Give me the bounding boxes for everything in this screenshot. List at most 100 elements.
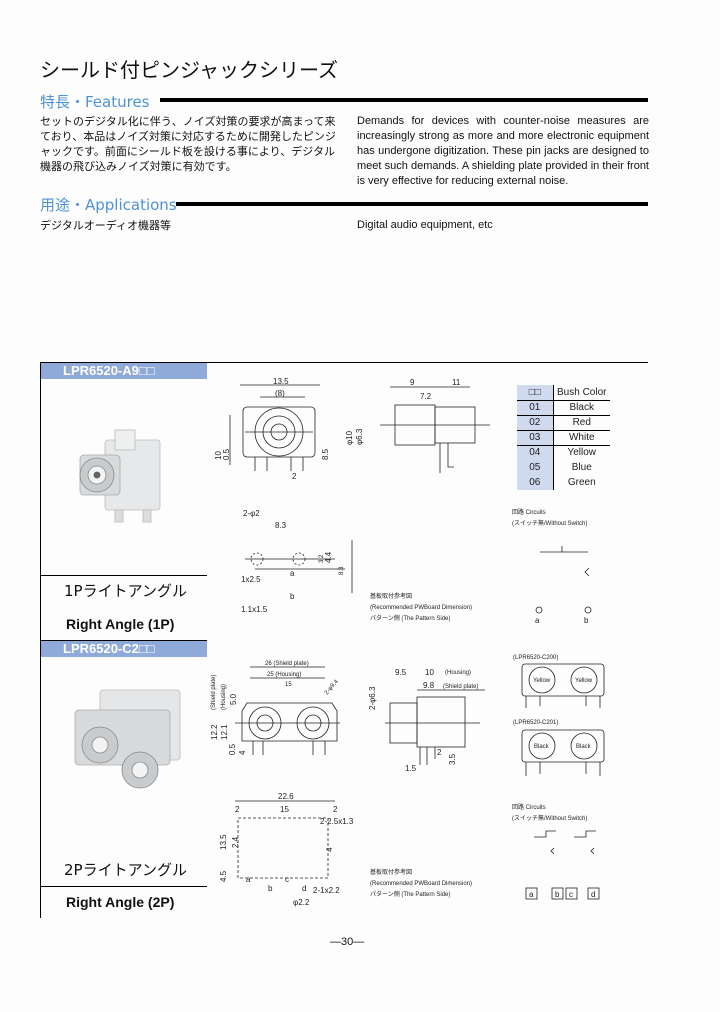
features-rule <box>160 98 648 102</box>
circuit-term-b: b <box>584 616 589 625</box>
dim-width-2: (8) <box>275 389 285 398</box>
product-1-divider <box>40 575 207 576</box>
table-row: 04 Yellow <box>517 445 610 460</box>
product-1-model: LPR6520-A9 <box>63 363 139 378</box>
dim-d1: 9.5 <box>395 668 407 677</box>
marker-b: b <box>268 884 273 893</box>
product-2-name-en: Right Angle (2P) <box>66 894 175 910</box>
product-2-pcb-note: 基板取付参考図 (Recommended PWBoard Dimension) … <box>370 868 472 898</box>
dim-b: 2 <box>292 472 297 481</box>
table-header-key: □□ <box>517 385 554 401</box>
product-2-variant-drawings: (LPR6520-C200) Yellow Yellow (LPR6520-C2… <box>513 655 605 776</box>
pcb-note-side: パターン側 (The Pattern Side) <box>370 890 450 898</box>
dim-d1: 9 <box>410 378 415 387</box>
table-row: 01 Black <box>517 400 610 416</box>
product-1-header: LPR6520-A9□□ <box>41 363 207 379</box>
product-2-circuit-diagram: 回路 Circuits (スイッチ無/Without Switch) a b c… <box>512 803 600 900</box>
table-cell-code: 05 <box>517 460 554 475</box>
variant-2-label: (LPR6520-C201) <box>513 720 558 726</box>
bush-color-table: □□ Bush Color 01 Black 02 Red 03 White 04 Yel… <box>517 385 610 490</box>
dim-s1: (Shield plate) <box>211 675 217 710</box>
product-1-front-drawing: 13.5 (8) 10 0.5 8.5 2 <box>215 377 330 481</box>
product-2-side-drawing: 2-φ6.3 9.5 10 (Housing) 9.8 (Shield plat… <box>368 668 485 773</box>
dim-p6: 13.5 <box>219 834 228 850</box>
table-cell-code: 06 <box>517 475 554 490</box>
pcb-note-title: 基板取付参考図 <box>370 592 412 600</box>
dim-h3: 5.0 <box>229 693 238 705</box>
product-1-pcb-note: 基板取付参考図 (Recommended PWBoard Dimension) … <box>370 592 472 622</box>
page-title: シールド付ピンジャックシリーズ <box>40 58 338 82</box>
dim-p3: 15 <box>280 805 289 814</box>
product-1-photo <box>79 429 161 523</box>
table-cell-color: Red <box>553 415 610 431</box>
table-cell-color: White <box>553 430 610 446</box>
dim-hole: 2-φ9.4 <box>324 678 340 696</box>
dim-d3-note: (Shield plate) <box>443 684 478 690</box>
pcb-note-sub: (Recommended PWBoard Dimension) <box>370 881 472 887</box>
dim-p4: 2 <box>333 805 338 814</box>
table-cell-color: Black <box>553 400 610 416</box>
product-2-pcb-drawing: 22.6 2 15 2 2-2.5x1.3 13.5 2.4 4.5 4 2-1… <box>219 792 354 907</box>
marker-c: c <box>285 875 289 884</box>
table-cell-color: Yellow <box>567 447 597 459</box>
dim-h3: 8.5 <box>321 448 330 460</box>
applications-text-en: Digital audio equipment, etc <box>357 219 493 231</box>
pcb-note-title: 基板取付参考図 <box>370 868 412 876</box>
dim-h5: 4 <box>238 750 247 755</box>
features-text-en: Demands for devices with counter-noise m… <box>357 115 649 187</box>
table-header-row: □□ Bush Color <box>517 385 610 401</box>
product-1-side-drawing: 9 11 7.2 φ10 φ6.3 <box>345 378 490 473</box>
dim-d6: 1.5 <box>405 764 417 773</box>
table-cell-color: Green <box>567 477 596 488</box>
product-1-name-jp: 1Pライトアングル <box>64 582 187 600</box>
dim-p1: 22.6 <box>278 792 294 801</box>
dim-p7: 1.1x1.5 <box>241 605 268 614</box>
dim-d2-note: (Housing) <box>445 670 471 676</box>
dim-phi2: φ6.3 <box>355 428 364 445</box>
product-1-circuit-diagram: 回路 Circuits (スイッチ無/Without Switch) a b <box>512 508 592 625</box>
dim-phi: 2-φ6.3 <box>368 686 377 710</box>
dim-p10: 2-1x2.2 <box>313 886 340 895</box>
dim-p11: φ2.2 <box>293 898 310 907</box>
applications-heading: 用途・Applications <box>40 196 177 214</box>
dim-w1: 26 (Shield plate) <box>265 661 309 667</box>
table-row: 02 Red <box>517 415 610 431</box>
circuit-sub: (スイッチ無/Without Switch) <box>512 519 587 527</box>
marker-b: b <box>290 592 295 601</box>
product-1-name-en: Right Angle (1P) <box>66 616 175 632</box>
dim-phi1: φ10 <box>345 430 354 445</box>
dim-p7: 2.4 <box>231 836 240 848</box>
circuit-term-c: c <box>569 890 573 899</box>
table-cell-code: 03 <box>517 430 554 446</box>
dim-d3: 9.8 <box>423 681 435 690</box>
table-row: 03 White <box>517 430 610 446</box>
circuit-title: 回路 Circuits <box>512 803 546 811</box>
circuit-term-b: b <box>555 890 560 899</box>
product-2-suffix: □□ <box>138 641 155 656</box>
product-2-front-drawing: 26 (Shield plate) 25 (Housing) 15 2-φ9.4… <box>210 661 340 755</box>
dim-p4: 4.4 <box>324 551 333 563</box>
circuit-sub: (スイッチ無/Without Switch) <box>512 814 587 822</box>
pcb-note-sub: (Recommended PWBoard Dimension) <box>370 605 472 611</box>
marker-a: a <box>290 569 295 578</box>
product-2-header: LPR6520-C2□□ <box>41 641 207 657</box>
dim-d2: 10 <box>425 668 434 677</box>
circuit-title: 回路 Circuits <box>512 508 546 516</box>
dim-h1: 12.2 <box>210 724 219 740</box>
marker-a: a <box>246 875 251 884</box>
dim-d2: 11 <box>452 378 461 387</box>
table-header-value: Bush Color <box>553 385 610 401</box>
product-1-suffix: □□ <box>138 363 155 378</box>
product-1-pcb-drawing: 2-φ2 8.3 3.2 4.4 8.3 1x2.5 1.1x1.5 a b <box>241 509 353 614</box>
dim-s2: (Housing) <box>221 684 227 710</box>
product-2-model: LPR6520-C2 <box>63 641 139 656</box>
dim-p2: 8.3 <box>275 521 287 530</box>
dim-p6: 1x2.5 <box>241 575 261 584</box>
variant-1-color-right: Yellow <box>575 678 593 684</box>
dim-p1: 2-φ2 <box>243 509 260 518</box>
dim-h2: 12.1 <box>220 724 229 740</box>
dim-h2: 0.5 <box>222 448 231 460</box>
dim-d5: 3.5 <box>448 753 457 765</box>
features-heading: 特長・Features <box>40 93 150 111</box>
table-cell-color: Blue <box>571 462 592 473</box>
